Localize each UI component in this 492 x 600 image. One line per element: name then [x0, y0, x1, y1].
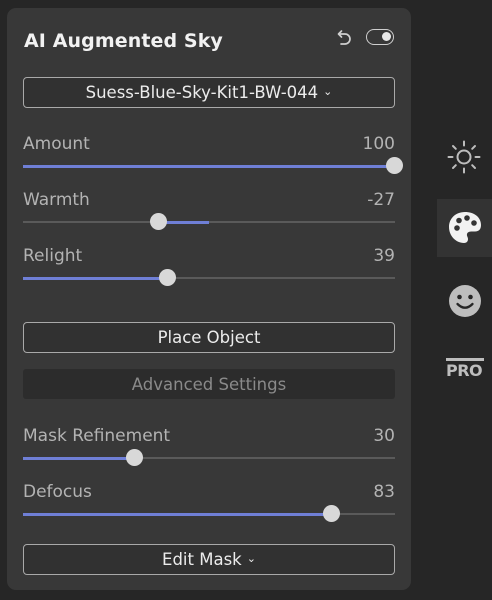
warmth-slider: Warmth -27 [23, 190, 395, 230]
undo-icon[interactable] [332, 27, 354, 49]
mask-refinement-thumb[interactable] [125, 449, 143, 466]
defocus-label: Defocus [23, 482, 92, 502]
edit-mask-dropdown[interactable]: Edit Mask ⌄ [23, 544, 395, 575]
relight-thumb[interactable] [159, 269, 177, 286]
mask-refinement-slider: Mask Refinement 30 [23, 426, 395, 466]
relight-track[interactable] [23, 269, 395, 286]
mask-refinement-track[interactable] [23, 449, 395, 466]
warmth-thumb[interactable] [149, 213, 167, 230]
ai-augmented-sky-panel: AI Augmented Sky Suess-Blue-Sky-Kit1-BW-… [7, 8, 411, 590]
amount-slider: Amount 100 [23, 134, 403, 174]
amount-value: 100 [362, 134, 395, 154]
mask-refinement-label: Mask Refinement [23, 426, 171, 446]
amount-thumb[interactable] [386, 157, 403, 174]
defocus-fill [23, 512, 332, 516]
sun-icon[interactable] [446, 139, 482, 175]
palette-icon[interactable] [446, 209, 484, 247]
smiley-face-icon[interactable] [446, 282, 484, 320]
defocus-value: 83 [373, 482, 395, 502]
defocus-track[interactable] [23, 505, 395, 522]
edit-mask-label: Edit Mask [162, 550, 242, 569]
warmth-label: Warmth [23, 190, 90, 210]
chevron-down-icon: ⌄ [323, 85, 333, 98]
toggle-knob [382, 32, 391, 41]
sky-preset-dropdown[interactable]: Suess-Blue-Sky-Kit1-BW-044 ⌄ [23, 77, 395, 108]
warmth-value: -27 [367, 190, 395, 210]
defocus-slider: Defocus 83 [23, 482, 395, 522]
chevron-down-icon: ⌄ [246, 552, 256, 565]
relight-slider: Relight 39 [23, 246, 395, 286]
amount-track[interactable] [23, 157, 403, 174]
advanced-settings-button[interactable]: Advanced Settings [23, 369, 395, 399]
relight-value: 39 [373, 246, 395, 266]
relight-fill [23, 276, 169, 280]
warmth-track[interactable] [23, 213, 395, 230]
panel-title: AI Augmented Sky [24, 30, 223, 52]
relight-label: Relight [23, 246, 83, 266]
place-object-button[interactable]: Place Object [23, 322, 395, 353]
pro-label: PRO [446, 361, 483, 380]
mask-refinement-fill [23, 456, 135, 460]
mask-refinement-value: 30 [373, 426, 395, 446]
preset-label: Suess-Blue-Sky-Kit1-BW-044 [85, 83, 319, 102]
amount-label: Amount [23, 134, 90, 154]
pro-icon[interactable]: PRO [445, 358, 485, 384]
defocus-thumb[interactable] [322, 505, 340, 522]
amount-fill [23, 164, 395, 168]
panel-enable-toggle[interactable] [366, 29, 394, 45]
